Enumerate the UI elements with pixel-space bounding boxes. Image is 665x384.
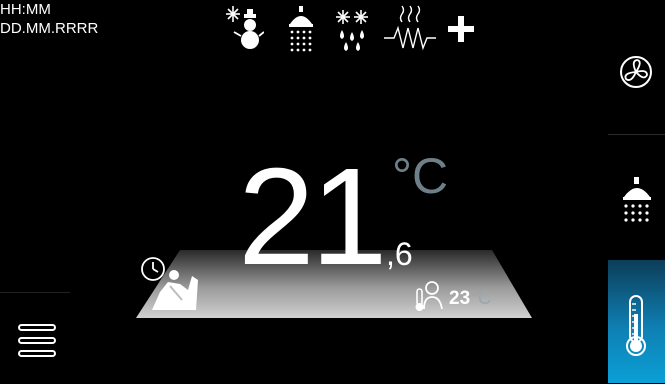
schedule-sofa-icon[interactable]: [138, 256, 200, 314]
snowman-icon[interactable]: [224, 4, 264, 54]
time-text: HH:MM: [0, 1, 51, 18]
menu-area: [8, 292, 70, 384]
plus-icon[interactable]: [446, 4, 476, 54]
room-temperature: 23°C: [449, 287, 491, 311]
person-thermometer-icon: [415, 281, 443, 311]
shower-icon[interactable]: [286, 4, 316, 54]
fan-icon: [620, 56, 652, 88]
room-temperature-value: 23: [449, 288, 471, 309]
heating-wave-icon[interactable]: [382, 4, 438, 54]
sidebar: [608, 6, 665, 383]
datetime: HH:MM DD.MM.RRRR: [0, 0, 98, 38]
sidebar-item-hot-water[interactable]: [608, 134, 665, 261]
sidebar-item-ventilation[interactable]: [608, 6, 665, 134]
set-temperature-integer[interactable]: 21: [238, 148, 387, 286]
room-temperature-unit: °C: [470, 288, 492, 309]
date-text: DD.MM.RRRR: [0, 20, 99, 37]
divider: [0, 292, 8, 293]
snow-rain-icon[interactable]: [334, 4, 370, 54]
shower-icon: [623, 177, 651, 222]
hamburger-menu-icon[interactable]: [17, 323, 61, 361]
sidebar-item-heating[interactable]: [608, 260, 665, 383]
set-temperature-decimal: ,6: [386, 236, 413, 272]
mode-icons-bar: [218, 4, 518, 56]
temperature-unit: °C: [392, 148, 449, 204]
thermometer-icon: [626, 295, 646, 356]
